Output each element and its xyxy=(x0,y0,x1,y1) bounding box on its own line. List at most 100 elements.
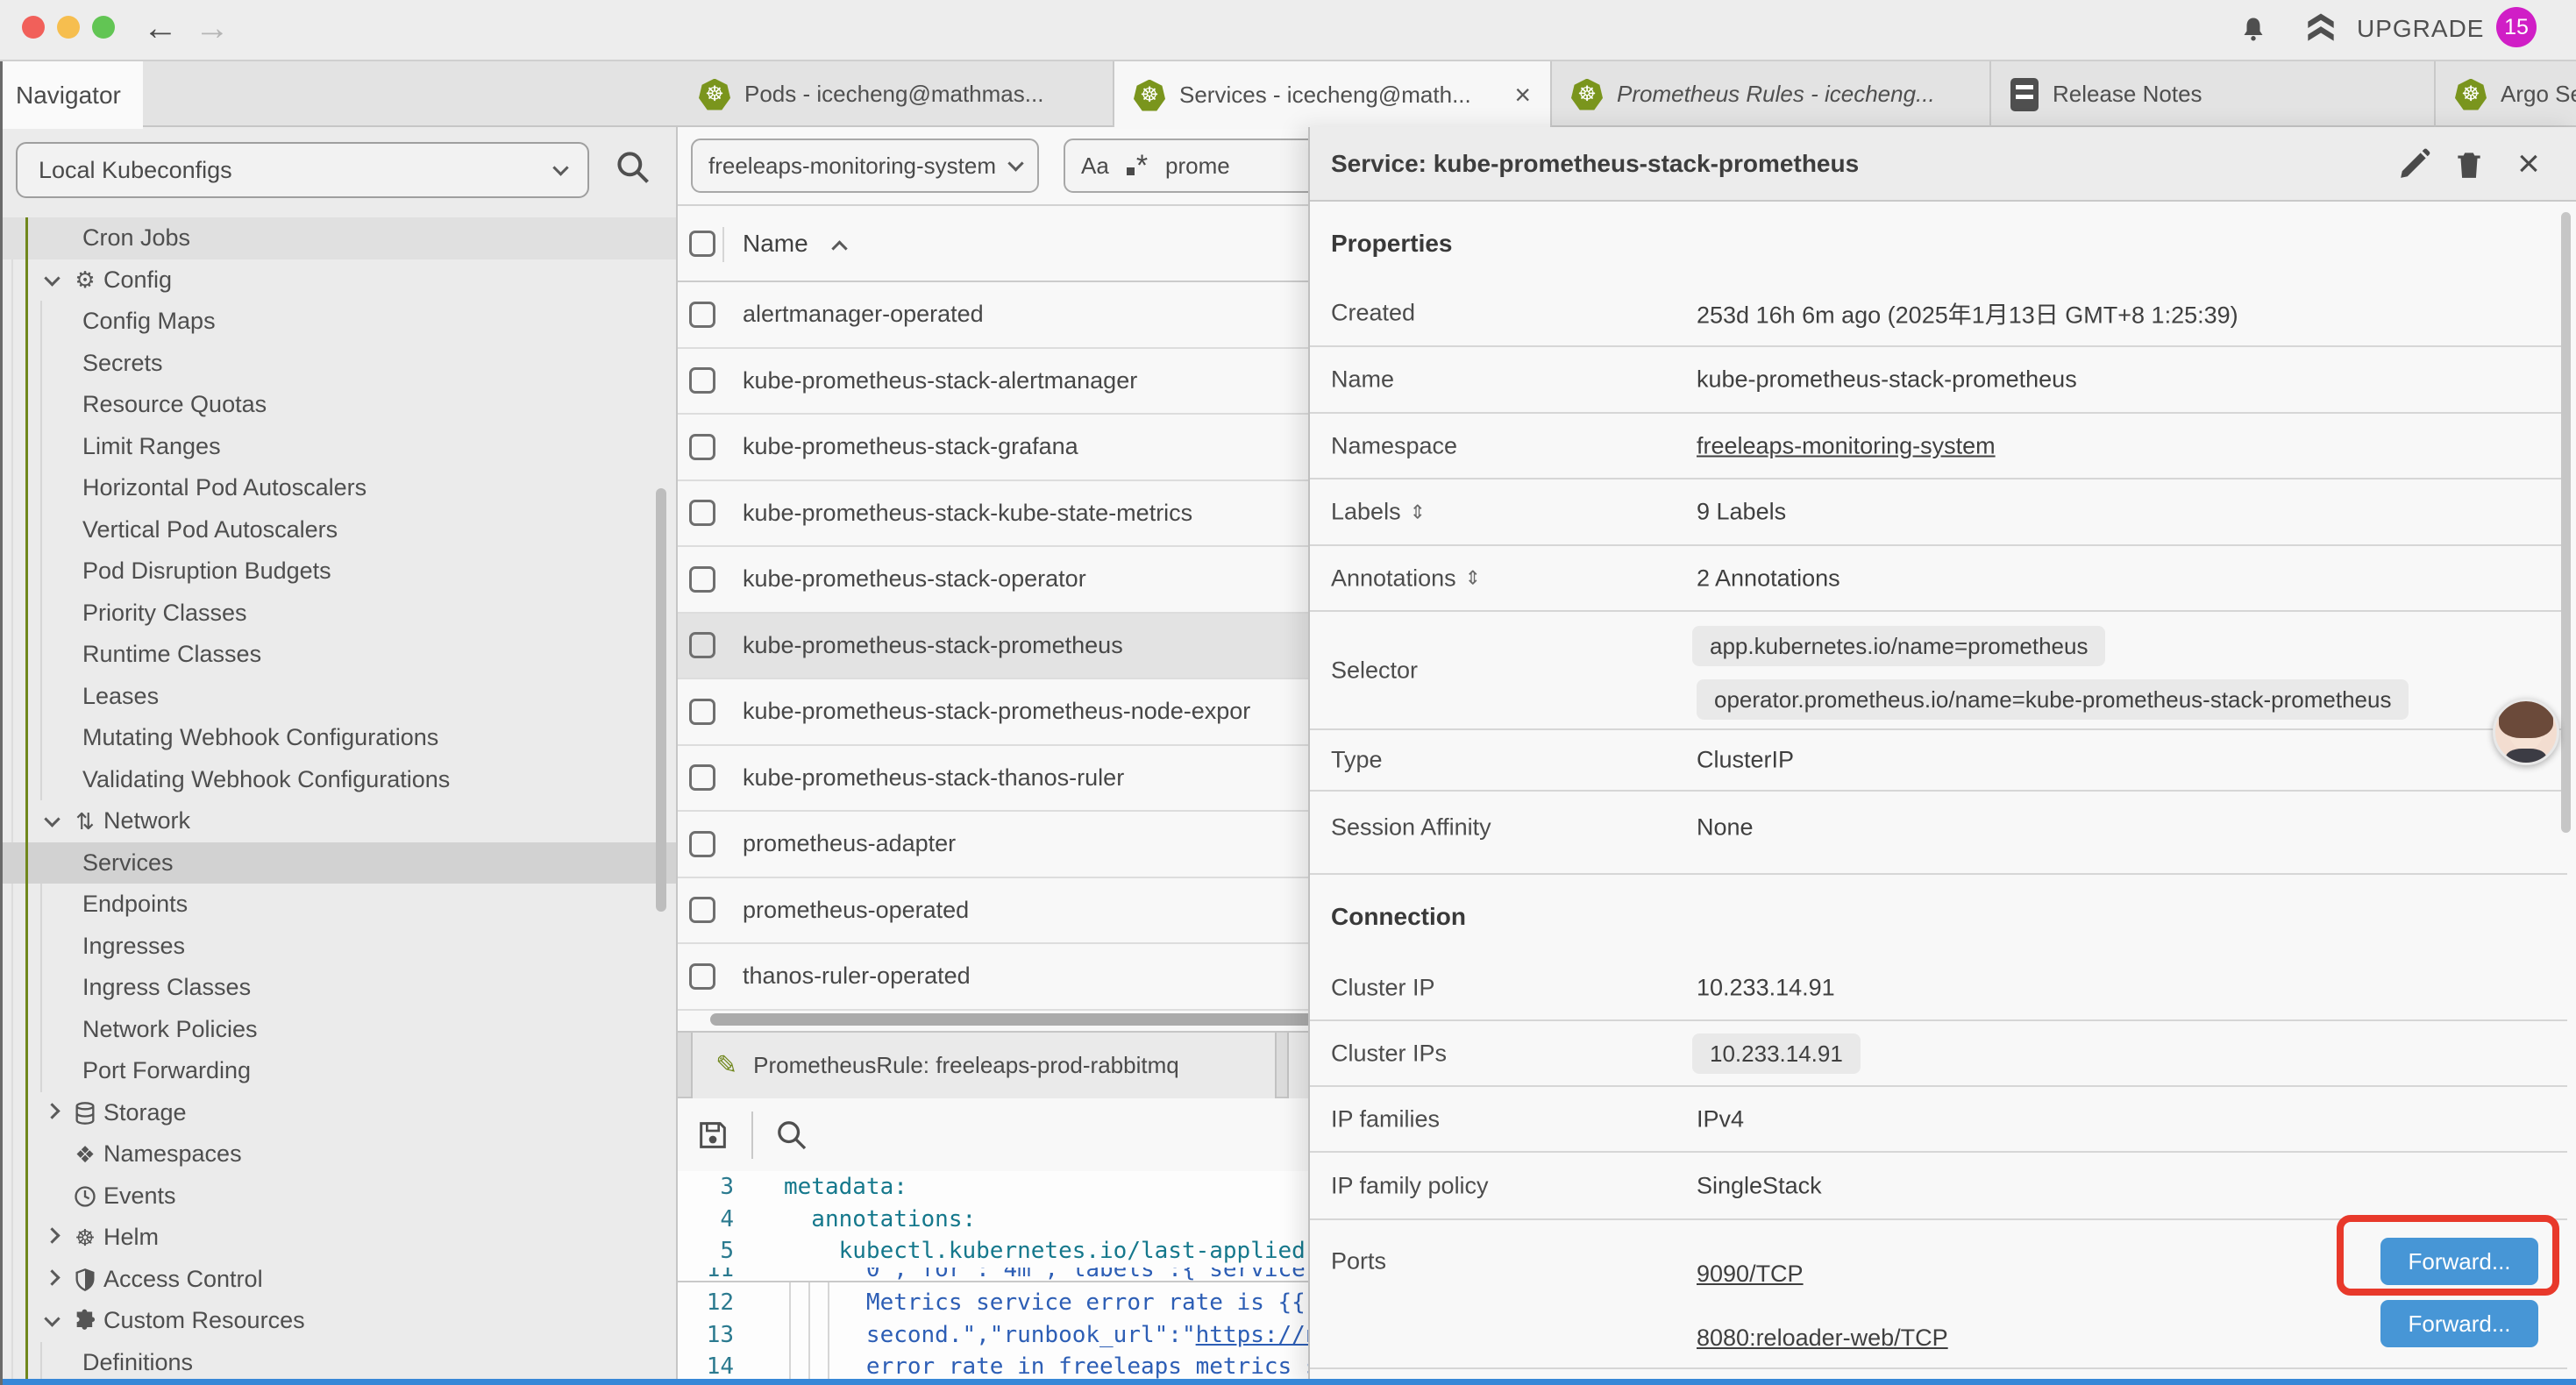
sidebar-item-namespaces[interactable]: ❖Namespaces xyxy=(0,1133,678,1175)
sidebar-item-definitions[interactable]: Definitions xyxy=(0,1342,678,1384)
type-row: Type ClusterIP xyxy=(1310,730,2567,792)
tab-release-notes[interactable]: Release Notes xyxy=(1991,61,2436,127)
port-link[interactable]: 8080:reloader-web/TCP xyxy=(1697,1325,1948,1352)
row-checkbox[interactable] xyxy=(689,632,715,658)
row-checkbox[interactable] xyxy=(689,367,715,394)
sidebar-item-vertical-pod-autoscalers[interactable]: Vertical Pod Autoscalers xyxy=(0,509,678,551)
sidebar-item-runtime-classes[interactable]: Runtime Classes xyxy=(0,634,678,676)
sort-ascending-icon[interactable] xyxy=(831,240,847,256)
sidebar-item-network-policies[interactable]: Network Policies xyxy=(0,1009,678,1051)
table-row[interactable]: kube-prometheus-stack-kube-state-metrics xyxy=(678,481,1344,548)
edit-pencil-icon[interactable] xyxy=(2395,145,2434,183)
regex-toggle[interactable]: * xyxy=(1127,149,1148,183)
row-checkbox[interactable] xyxy=(689,831,715,857)
sidebar-item-validating-webhook-configurations[interactable]: Validating Webhook Configurations xyxy=(0,759,678,801)
chevron-down-icon[interactable] xyxy=(40,1307,63,1334)
table-row[interactable]: kube-prometheus-stack-alertmanager xyxy=(678,349,1344,416)
table-row[interactable]: kube-prometheus-stack-thanos-ruler xyxy=(678,746,1344,813)
chevron-right-icon[interactable] xyxy=(40,1099,63,1126)
sidebar-item-events[interactable]: Events xyxy=(0,1175,678,1218)
row-checkbox[interactable] xyxy=(689,566,715,593)
search-in-editor-icon[interactable] xyxy=(772,1116,811,1154)
close-drawer-icon[interactable]: × xyxy=(2509,145,2548,183)
horizontal-scrollbar[interactable] xyxy=(710,1013,1324,1026)
row-checkbox[interactable] xyxy=(689,434,715,460)
namespace-selector[interactable]: freeleaps-monitoring-system xyxy=(691,138,1039,193)
sidebar-scrollbar[interactable] xyxy=(656,488,666,912)
sidebar-item-cron-jobs[interactable]: Cron Jobs xyxy=(0,217,678,259)
filter-input[interactable]: Aa * prome xyxy=(1064,138,1318,193)
match-case-toggle[interactable]: Aa xyxy=(1081,153,1109,180)
sidebar-item-ingresses[interactable]: Ingresses xyxy=(0,926,678,968)
table-row[interactable]: prometheus-adapter xyxy=(678,812,1344,878)
search-icon[interactable] xyxy=(614,148,652,187)
namespace-link[interactable]: freeleaps-monitoring-system xyxy=(1697,432,1996,459)
table-row[interactable]: alertmanager-operated xyxy=(678,282,1344,349)
upgrade-chevrons-icon[interactable] xyxy=(2302,9,2340,47)
sidebar-item-priority-classes[interactable]: Priority Classes xyxy=(0,593,678,635)
navigator-panel-tab[interactable]: Navigator xyxy=(0,61,143,129)
select-all-checkbox[interactable] xyxy=(689,231,715,257)
sidebar-item-services[interactable]: Services xyxy=(0,842,678,884)
sidebar-item-custom-resources[interactable]: Custom Resources xyxy=(0,1300,678,1342)
chevron-right-icon[interactable] xyxy=(40,1224,63,1251)
sidebar-item-port-forwarding[interactable]: Port Forwarding xyxy=(0,1050,678,1092)
sidebar-item-limit-ranges[interactable]: Limit Ranges xyxy=(0,426,678,468)
tab-argo[interactable]: ☸ Argo Se xyxy=(2436,61,2576,127)
notifications-bell-icon[interactable] xyxy=(2234,11,2273,49)
table-row[interactable]: kube-prometheus-stack-prometheus xyxy=(678,614,1344,680)
sidebar-item-resource-quotas[interactable]: Resource Quotas xyxy=(0,384,678,426)
table-row[interactable]: kube-prometheus-stack-grafana xyxy=(678,415,1344,481)
sidebar-item-config[interactable]: ⚙Config xyxy=(0,259,678,302)
tab-pods[interactable]: ☸ Pods - icecheng@mathmas... xyxy=(680,61,1114,127)
notification-count-badge[interactable]: 15 xyxy=(2496,7,2537,47)
tab-prometheus-rules[interactable]: ☸ Prometheus Rules - icecheng... xyxy=(1552,61,1991,127)
table-row[interactable]: thanos-ruler-operated xyxy=(678,944,1344,1011)
chevron-down-icon[interactable] xyxy=(40,807,63,835)
delete-trash-icon[interactable] xyxy=(2450,145,2488,183)
expand-collapse-icon[interactable]: ⇕ xyxy=(1465,567,1481,590)
row-checkbox[interactable] xyxy=(689,963,715,990)
sidebar-item-ingress-classes[interactable]: Ingress Classes xyxy=(0,967,678,1009)
yaml-editor[interactable]: 3metadata:4 annotations:5 kubectl.kubern… xyxy=(678,1171,1344,1385)
expand-collapse-icon[interactable]: ⇕ xyxy=(1410,501,1426,523)
chevron-down-icon[interactable] xyxy=(40,266,63,294)
tab-services[interactable]: ☸ Services - icecheng@math... × xyxy=(1114,61,1552,129)
kubeconfig-selector[interactable]: Local Kubeconfigs xyxy=(16,142,589,198)
drawer-scrollbar[interactable] xyxy=(2561,212,2571,833)
name-column-header[interactable]: Name xyxy=(743,230,808,258)
maximize-window-button[interactable] xyxy=(92,16,115,39)
close-tab-icon[interactable]: × xyxy=(1514,79,1531,111)
row-checkbox[interactable] xyxy=(689,302,715,328)
sidebar-item-endpoints[interactable]: Endpoints xyxy=(0,884,678,926)
sidebar-item-pod-disruption-budgets[interactable]: Pod Disruption Budgets xyxy=(0,550,678,593)
sidebar-item-config-maps[interactable]: Config Maps xyxy=(0,301,678,343)
row-checkbox[interactable] xyxy=(689,897,715,923)
upgrade-button[interactable]: UPGRADE xyxy=(2357,15,2484,43)
sidebar-item-leases[interactable]: Leases xyxy=(0,676,678,718)
user-avatar[interactable] xyxy=(2493,699,2559,765)
row-checkbox[interactable] xyxy=(689,764,715,791)
sidebar-item-mutating-webhook-configurations[interactable]: Mutating Webhook Configurations xyxy=(0,717,678,759)
table-row[interactable]: kube-prometheus-stack-prometheus-node-ex… xyxy=(678,679,1344,746)
table-row[interactable]: prometheus-operated xyxy=(678,878,1344,945)
port-link[interactable]: 9090/TCP xyxy=(1697,1261,1804,1288)
sidebar-item-access-control[interactable]: Access Control xyxy=(0,1259,678,1301)
sidebar-item-secrets[interactable]: Secrets xyxy=(0,343,678,385)
row-checkbox[interactable] xyxy=(689,500,715,526)
ip-family-policy-row: IP family policy SingleStack xyxy=(1310,1153,2567,1220)
sidebar-item-network[interactable]: ⇅Network xyxy=(0,800,678,842)
close-window-button[interactable] xyxy=(22,16,45,39)
row-checkbox[interactable] xyxy=(689,699,715,725)
minimize-window-button[interactable] xyxy=(57,16,80,39)
editor-tab-prometheusrule[interactable]: ✎ PrometheusRule: freeleaps-prod-rabbitm… xyxy=(691,1033,1277,1098)
chevron-right-icon[interactable] xyxy=(40,1266,63,1293)
back-arrow-icon[interactable]: ← xyxy=(143,7,178,49)
sidebar-item-helm[interactable]: ☸Helm xyxy=(0,1217,678,1259)
table-row[interactable]: kube-prometheus-stack-operator xyxy=(678,547,1344,614)
forward-port-button[interactable]: Forward... xyxy=(2380,1300,2538,1347)
sidebar-item-storage[interactable]: Storage xyxy=(0,1092,678,1134)
save-icon[interactable] xyxy=(694,1116,732,1154)
sidebar-item-horizontal-pod-autoscalers[interactable]: Horizontal Pod Autoscalers xyxy=(0,467,678,509)
forward-arrow-icon[interactable]: → xyxy=(195,7,230,49)
